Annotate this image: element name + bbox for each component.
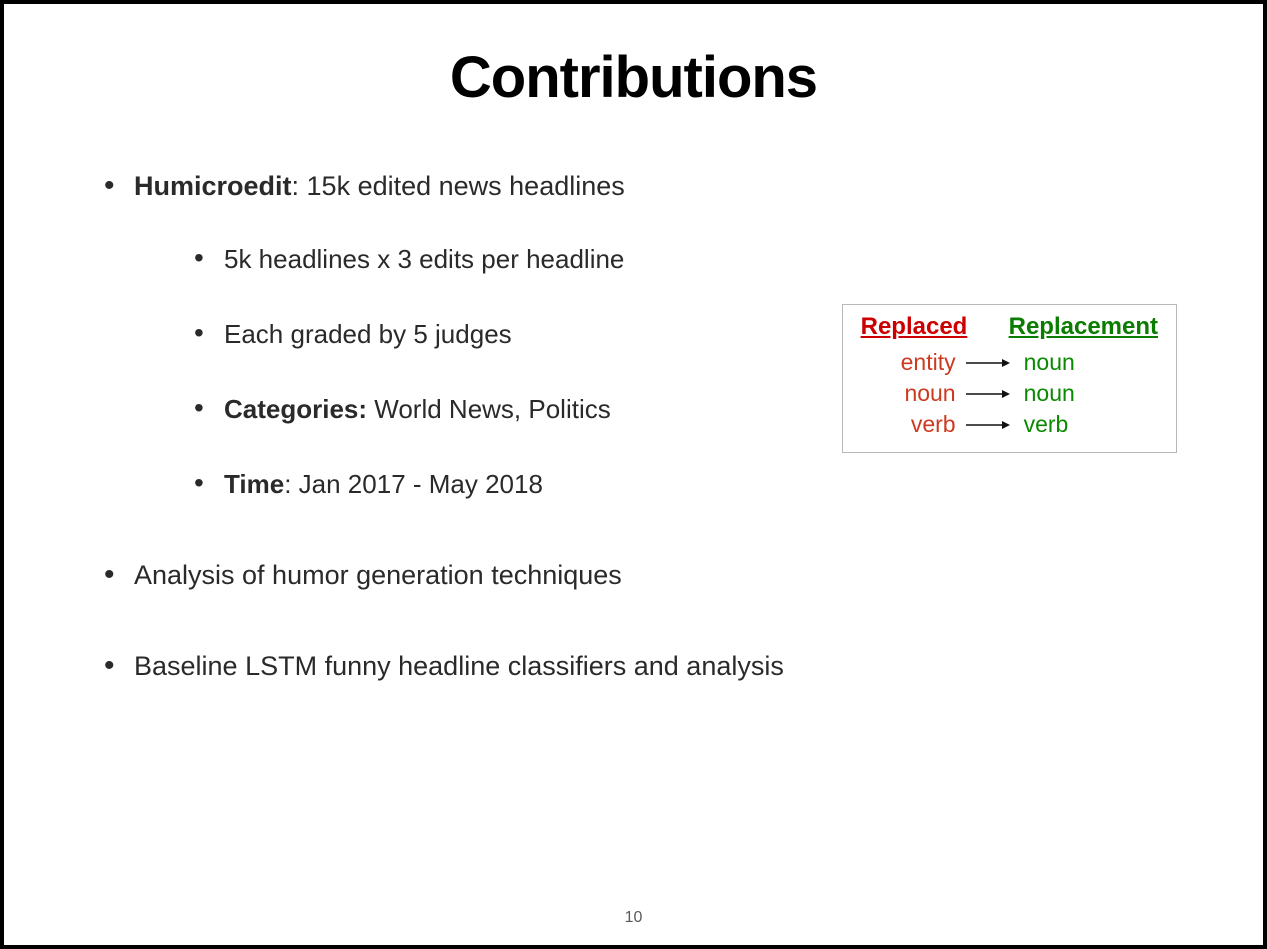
sub-bullet-item: 5k headlines x 3 edits per headline (194, 244, 1163, 275)
table-row: verb verb (861, 411, 1158, 438)
table-cell-replacement: noun (1018, 380, 1075, 407)
sub-bullet-bold: Time (224, 469, 284, 499)
bullet-text: Baseline LSTM funny headline classifiers… (134, 651, 784, 681)
bullet-text: Analysis of humor generation techniques (134, 560, 622, 590)
table-cell-replacement: verb (1018, 411, 1069, 438)
arrow-icon (956, 388, 1018, 400)
sub-bullet-text: 5k headlines x 3 edits per headline (224, 244, 624, 274)
sub-bullet-item: Time: Jan 2017 - May 2018 (194, 469, 1163, 500)
arrow-icon (956, 419, 1018, 431)
sub-bullet-bold: Categories: (224, 394, 367, 424)
bullet-text: : 15k edited news headlines (292, 171, 625, 201)
replacement-table: Replaced Replacement entity noun noun no… (842, 304, 1177, 453)
sub-bullet-text: World News, Politics (367, 394, 611, 424)
table-cell-replacement: noun (1018, 349, 1075, 376)
table-cell-replaced: noun (861, 380, 956, 407)
bullet-item: Baseline LSTM funny headline classifiers… (104, 651, 1163, 682)
table-cell-replaced: verb (861, 411, 956, 438)
table-header-replacement: Replacement (1009, 313, 1158, 341)
slide-title: Contributions (104, 44, 1163, 111)
sub-bullet-text: : Jan 2017 - May 2018 (284, 469, 543, 499)
table-cell-replaced: entity (861, 349, 956, 376)
arrow-icon (956, 357, 1018, 369)
sub-bullet-text: Each graded by 5 judges (224, 319, 512, 349)
slide: Contributions Humicroedit: 15k edited ne… (4, 4, 1263, 945)
page-number: 10 (625, 909, 643, 927)
table-row: entity noun (861, 349, 1158, 376)
table-header-replaced: Replaced (861, 313, 979, 341)
bullet-bold: Humicroedit (134, 171, 292, 201)
bullet-item: Analysis of humor generation techniques (104, 560, 1163, 591)
table-header-row: Replaced Replacement (861, 313, 1158, 341)
table-row: noun noun (861, 380, 1158, 407)
